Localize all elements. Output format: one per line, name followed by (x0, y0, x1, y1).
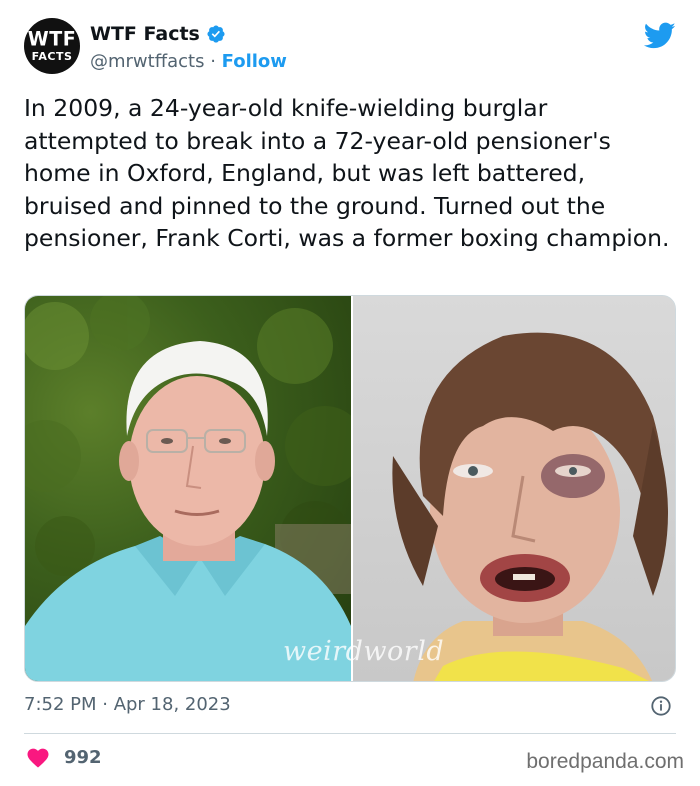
photo-burglar-mugshot[interactable] (353, 296, 675, 681)
burglar-illustration (392, 332, 668, 681)
avatar-text-line2: FACTS (31, 50, 73, 63)
name-row: WTF Facts (90, 23, 226, 45)
media-watermark: weirdworld (283, 636, 445, 667)
handle-row: @mrwtffacts · Follow (90, 51, 287, 72)
display-name[interactable]: WTF Facts (90, 23, 200, 45)
photo-elderly-man[interactable] (25, 296, 351, 681)
follow-button[interactable]: Follow (222, 51, 287, 72)
avatar-text-line1: WTF (27, 27, 77, 51)
tweet-media[interactable]: weirdworld (24, 295, 676, 682)
verified-badge-icon (207, 25, 225, 43)
handle-separator: · (204, 51, 222, 72)
heart-icon (27, 748, 49, 768)
tweet-header: WTF FACTS WTF Facts @mrwtffacts · Follow (24, 18, 676, 78)
tweet-timestamp[interactable]: 7:52 PM · Apr 18, 2023 (24, 694, 231, 715)
source-watermark: boredpanda.com (526, 750, 684, 773)
info-icon[interactable] (650, 695, 672, 717)
like-button[interactable]: 992 (26, 746, 102, 768)
avatar[interactable]: WTF FACTS (24, 18, 80, 74)
like-count: 992 (64, 746, 102, 768)
twitter-bird-icon[interactable] (644, 22, 676, 50)
engagement-divider (24, 733, 676, 734)
tweet-text: In 2009, a 24-year-old knife-wielding bu… (24, 94, 670, 252)
elderly-man-illustration (25, 296, 351, 681)
handle[interactable]: @mrwtffacts (90, 51, 204, 72)
